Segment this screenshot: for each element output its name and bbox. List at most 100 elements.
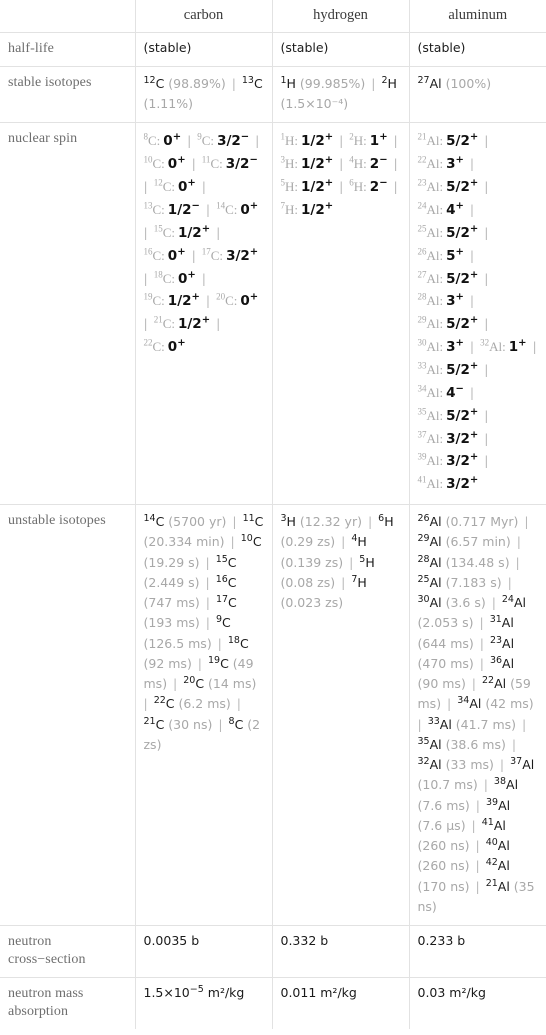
isotope-separator: | — [471, 797, 484, 813]
nuclear-spin-carbon: 8C: 0+ | 9C: 3/2− | 10C: 0+ | 11C: 3/2− | 12… — [134, 122, 273, 506]
isotope-separator: | — [232, 696, 241, 712]
nuclear-spin-entry: 25Al: 5/2+ — [418, 223, 479, 241]
isotope-separator: | — [480, 133, 489, 149]
nuclear-spin-entry: 10C: 0+ — [144, 155, 186, 172]
nuclear-spin-value: 3/2+ — [226, 246, 259, 264]
isotope-entry: 33Al (41.7 ms) — [428, 716, 516, 731]
column-header-hydrogen: hydrogen — [271, 0, 410, 33]
nuclear-spin-entry: 5H: 1/2+ — [281, 177, 334, 196]
isotope-symbol: 24Al — [501, 594, 527, 611]
isotope-entry: 14C (5700 yr) — [144, 514, 227, 529]
nuclear-spin-entry: 22Al: 3+ — [418, 154, 464, 173]
nuclear-spin-isotope-label: 21C: — [153, 314, 175, 332]
nuclear-spin-isotope-label: 32Al: — [480, 337, 506, 355]
isotope-separator: | — [193, 655, 206, 671]
isotope-symbol: 9C — [215, 614, 231, 631]
nuclear-spin-isotope-label: 24Al: — [417, 200, 444, 217]
isotope-abundance: (1.5×10⁻⁴) — [280, 96, 349, 112]
nuclear-spin-value: 3+ — [446, 154, 464, 173]
isotope-half-life: (42 ms) — [481, 696, 534, 712]
nuclear-spin-entry: 29Al: 5/2+ — [418, 315, 479, 332]
isotope-symbol: 29Al — [417, 533, 442, 550]
nuclear-spin-entry: 8C: 0+ — [143, 131, 182, 150]
isotope-symbol: 38Al — [493, 776, 519, 793]
isotope-separator: | — [475, 655, 488, 671]
nuclear-spin-isotope-label: 13C: — [143, 200, 165, 217]
nuclear-spin-value: 5/2+ — [446, 223, 479, 241]
nuclear-spin-isotope-label: 9C: — [197, 132, 215, 149]
isotope-half-life: (30 ns) — [164, 716, 213, 732]
nuclear-spin-value: 0+ — [167, 337, 186, 356]
element-properties-table: carbon hydrogen aluminum half-life (stab… — [0, 0, 546, 1029]
isotope-separator: | — [465, 201, 475, 217]
isotope-separator: | — [197, 179, 206, 195]
nuclear-spin-value: 0+ — [163, 131, 182, 150]
nuclear-spin-isotope-label: 17C: — [201, 246, 224, 263]
isotope-symbol: 10C — [240, 533, 262, 550]
nuclear-spin-value: 1+ — [508, 337, 527, 356]
row-unstable-isotopes: unstable isotopes 14C (5700 yr) | 11C (2… — [0, 504, 546, 927]
nuclear-spin-isotope-label: 27Al: — [417, 269, 444, 286]
isotope-abundance: (100%) — [441, 75, 492, 91]
isotope-separator: | — [337, 534, 350, 550]
isotope-symbol: 26Al — [417, 513, 442, 530]
nuclear-spin-entry: 17C: 3/2+ — [201, 246, 259, 264]
row-neutron-mass-absorption: neutron mass absorption 1.5×10−5 m²/kg 0… — [0, 976, 546, 1029]
nuclear-spin-isotope-label: 39Al: — [417, 452, 444, 469]
isotope-symbol: 21C — [143, 715, 165, 732]
isotope-separator: | — [389, 156, 398, 172]
isotope-symbol: 3H — [280, 513, 296, 530]
isotope-separator: | — [480, 407, 489, 423]
isotope-half-life: (20.334 min) — [143, 534, 225, 550]
isotope-separator: | — [480, 316, 489, 332]
isotope-entry: 22C (6.2 ms) — [154, 696, 231, 711]
isotope-half-life: (0.29 zs) — [280, 534, 336, 550]
nuclear-spin-isotope-label: 21Al: — [417, 132, 444, 149]
nuclear-spin-entry: 24Al: 4+ — [417, 200, 464, 218]
nuclear-spin-isotope-label: 19C: — [143, 292, 165, 309]
isotope-half-life: (0.139 zs) — [280, 554, 344, 570]
nuclear-spin-value: 5/2+ — [446, 131, 479, 150]
isotope-separator: | — [213, 635, 226, 651]
isotope-symbol: 40Al — [485, 837, 510, 854]
isotope-separator: | — [212, 224, 221, 240]
nuclear-spin-value: 2− — [369, 177, 388, 196]
isotope-entry: 30Al (3.6 s) — [418, 595, 486, 610]
isotope-half-life: (0.023 zs) — [280, 595, 344, 611]
isotope-separator: | — [467, 676, 480, 692]
isotope-half-life: (5700 yr) — [164, 514, 227, 530]
isotope-symbol: 39Al — [485, 796, 511, 813]
row-label-stable-isotopes: stable isotopes — [0, 65, 136, 124]
isotope-symbol: 5H — [359, 553, 375, 570]
nuclear-spin-isotope-label: 15C: — [153, 223, 175, 240]
nuclear-spin-value: 3/2+ — [446, 429, 479, 447]
isotope-half-life: (92 ms) — [143, 655, 192, 671]
nuclear-spin-value: 3/2+ — [446, 451, 479, 470]
isotope-separator: | — [465, 293, 475, 309]
isotope-abundance: (99.985%) — [295, 75, 366, 91]
nuclear-spin-entry: 12C: 0+ — [154, 178, 196, 195]
isotope-half-life: (134.48 s) — [441, 554, 510, 570]
nuclear-spin-value: 4− — [446, 383, 464, 401]
nuclear-spin-isotope-label: 14C: — [216, 200, 238, 217]
nuclear-spin-isotope-label: 8C: — [143, 132, 161, 149]
isotope-entry: 35Al (38.6 ms) — [418, 737, 506, 752]
isotope-separator: | — [475, 635, 488, 651]
isotope-half-life: (260 ns) — [417, 858, 470, 874]
nuclear-spin-entry: 34Al: 4− — [418, 383, 464, 401]
row-label-half-life: half-life — [0, 32, 136, 67]
isotope-separator: | — [201, 201, 215, 217]
isotope-symbol: 31Al — [489, 614, 514, 631]
isotope-symbol: 18C — [227, 634, 249, 651]
isotope-symbol: 19C — [208, 654, 229, 671]
isotope-half-life: (193 ms) — [143, 615, 200, 631]
nuclear-spin-isotope-label: 7H: — [280, 200, 299, 217]
nuclear-spin-value: 1/2+ — [301, 131, 334, 150]
isotope-symbol: 37Al — [510, 756, 535, 773]
isotope-separator: | — [214, 716, 227, 732]
half-life-carbon: (stable) — [134, 32, 273, 67]
nuclear-spin-isotope-label: 16C: — [143, 246, 165, 263]
nuclear-spin-isotope-label: 30Al: — [417, 337, 444, 355]
nuclear-spin-value: 1/2+ — [301, 177, 334, 196]
row-stable-isotopes: stable isotopes 12C (98.89%) | 13C (1.11… — [0, 65, 546, 124]
